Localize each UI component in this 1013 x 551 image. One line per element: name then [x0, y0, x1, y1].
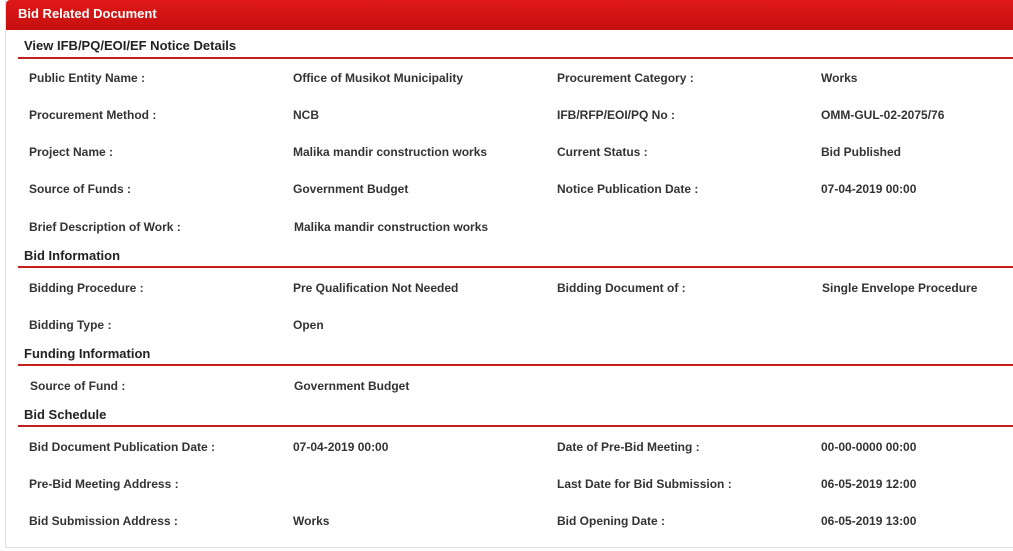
procurement-method-label: Procurement Method :: [29, 108, 157, 122]
bidding-document-label: Bidding Document of :: [557, 281, 686, 295]
brief-description-value: Malika mandir construction works: [294, 220, 489, 234]
ifb-no-label: IFB/RFP/EOI/PQ No :: [557, 108, 676, 122]
pre-bid-meeting-date-value: 00-00-0000 00:00: [821, 440, 917, 454]
bid-submission-address-value: Works: [293, 514, 330, 528]
panel-title: Bid Related Document: [18, 6, 157, 21]
bidding-type-label: Bidding Type :: [29, 318, 112, 332]
project-name-value: Malika mandir construction works: [293, 145, 488, 159]
section-title-funding-information: Funding Information: [24, 346, 151, 361]
project-name-label: Project Name :: [29, 145, 114, 159]
notice-publication-date-value: 07-04-2019 00:00: [821, 182, 917, 196]
procurement-category-value: Works: [821, 71, 858, 85]
notice-publication-date-label: Notice Publication Date :: [557, 182, 699, 196]
section-divider: [18, 266, 1013, 268]
bid-document-publication-date-label: Bid Document Publication Date :: [29, 440, 216, 454]
current-status-value: Bid Published: [821, 145, 902, 159]
source-of-fund-label: Source of Fund :: [30, 379, 126, 393]
public-entity-label: Public Entity Name :: [29, 71, 146, 85]
bidding-procedure-value: Pre Qualification Not Needed: [293, 281, 459, 295]
bid-opening-date-label: Bid Opening Date :: [557, 514, 665, 528]
bidding-document-value: Single Envelope Procedure: [822, 281, 978, 295]
section-divider: [18, 57, 1013, 59]
bid-submission-address-label: Bid Submission Address :: [29, 514, 178, 528]
source-of-funds-value: Government Budget: [293, 182, 409, 196]
source-of-funds-label: Source of Funds :: [29, 182, 131, 196]
section-divider: [18, 364, 1013, 366]
bidding-procedure-label: Bidding Procedure :: [29, 281, 144, 295]
bidding-type-value: Open: [293, 318, 324, 332]
bid-opening-date-value: 06-05-2019 13:00: [821, 514, 917, 528]
last-bid-submission-date-value: 06-05-2019 12:00: [821, 477, 917, 491]
public-entity-value: Office of Musikot Municipality: [293, 71, 464, 85]
bid-related-document-panel: Bid Related Document View IFB/PQ/EOI/EF …: [5, 0, 1013, 548]
section-divider: [18, 425, 1013, 427]
last-bid-submission-date-label: Last Date for Bid Submission :: [557, 477, 732, 491]
section-title-notice-details: View IFB/PQ/EOI/EF Notice Details: [24, 38, 237, 53]
bid-document-publication-date-value: 07-04-2019 00:00: [293, 440, 389, 454]
section-title-bid-information: Bid Information: [24, 248, 121, 263]
brief-description-label: Brief Description of Work :: [29, 220, 181, 234]
pre-bid-meeting-date-label: Date of Pre-Bid Meeting :: [557, 440, 700, 454]
panel-header: Bid Related Document: [6, 0, 1013, 30]
procurement-method-value: NCB: [293, 108, 319, 122]
pre-bid-meeting-address-label: Pre-Bid Meeting Address :: [29, 477, 179, 491]
procurement-category-label: Procurement Category :: [557, 71, 694, 85]
ifb-no-value: OMM-GUL-02-2075/76: [821, 108, 945, 122]
current-status-label: Current Status :: [557, 145, 648, 159]
source-of-fund-value: Government Budget: [294, 379, 410, 393]
section-title-bid-schedule: Bid Schedule: [24, 407, 107, 422]
